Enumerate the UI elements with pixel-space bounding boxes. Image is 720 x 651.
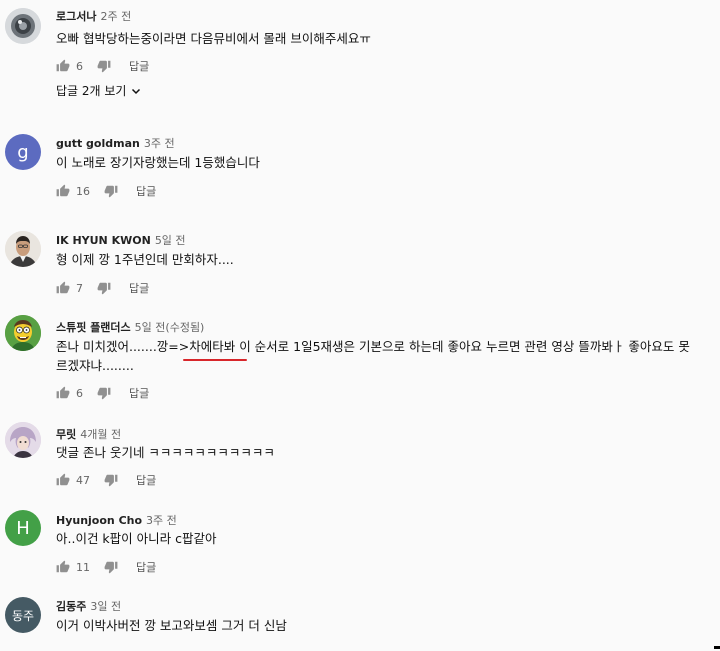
- comment-author[interactable]: Hyunjoon Cho: [56, 514, 142, 527]
- comment-actions: 16 답글: [56, 182, 156, 200]
- cartoon-flanders-icon: [5, 315, 41, 351]
- comment-actions: 47 답글: [56, 471, 156, 489]
- comment-time[interactable]: 4개월 전: [80, 428, 121, 441]
- like-count: 47: [76, 473, 90, 487]
- avatar[interactable]: 동주: [5, 597, 41, 633]
- thumb-up-icon[interactable]: [56, 184, 70, 198]
- thumb-down-icon[interactable]: [97, 386, 111, 400]
- comment-meta: 로그서나 2주 전: [56, 8, 131, 24]
- comment-text: 아..이건 k팝이 아니라 c팝같아: [56, 531, 217, 546]
- avatar[interactable]: g: [5, 134, 41, 170]
- comment-actions: 11 답글: [56, 558, 156, 576]
- avatar-letter: 동주: [11, 608, 35, 623]
- comment-time[interactable]: 5일 전: [155, 234, 186, 247]
- like-count: 7: [76, 281, 83, 295]
- thumb-down-icon[interactable]: [97, 281, 111, 295]
- comment-text: 이거 이박사버전 깡 보고와보셈 그거 더 신남: [56, 618, 287, 633]
- like-count: 16: [76, 184, 90, 198]
- red-underline-annotation: [183, 359, 247, 361]
- comment-author[interactable]: IK HYUN KWON: [56, 234, 151, 247]
- man-portrait-icon: [5, 231, 41, 267]
- comment-author[interactable]: gutt goldman: [56, 137, 140, 150]
- like-count: 6: [76, 386, 83, 400]
- comment-meta: 스튜핏 플랜더스 5일 전(수정됨): [56, 319, 204, 335]
- comment-time[interactable]: 2주 전: [100, 10, 131, 23]
- comment-author[interactable]: 로그서나: [56, 10, 96, 23]
- comment-text-continued: 르겠쟈냐........: [56, 358, 134, 373]
- comment-meta: gutt goldman 3주 전: [56, 135, 175, 151]
- comment-meta: IK HYUN KWON 5일 전: [56, 232, 186, 248]
- comment-text: 형 이제 깡 1주년인데 만회하자....: [56, 252, 234, 267]
- avatar-letter: H: [16, 517, 30, 539]
- reply-button[interactable]: 답글: [136, 559, 156, 575]
- comment-text: 댓글 존나 웃기네 ㅋㅋㅋㅋㅋㅋㅋㅋㅋㅋㅋ: [56, 445, 275, 460]
- comment-meta: 무릿 4개월 전: [56, 426, 121, 442]
- comment-actions: 6 답글: [56, 57, 149, 75]
- thumb-up-icon[interactable]: [56, 59, 70, 73]
- thumb-up-icon[interactable]: [56, 281, 70, 295]
- thumb-up-icon[interactable]: [56, 560, 70, 574]
- comment-author[interactable]: 스튜핏 플랜더스: [56, 321, 131, 334]
- comment-meta: 김동주 3일 전: [56, 598, 121, 614]
- anime-character-icon: [5, 422, 41, 458]
- thumb-down-icon[interactable]: [104, 560, 118, 574]
- thumb-down-icon[interactable]: [104, 184, 118, 198]
- comment-time[interactable]: 3일 전: [90, 600, 121, 613]
- comment-time[interactable]: 5일 전(수정됨): [135, 321, 205, 334]
- avatar[interactable]: [5, 231, 41, 267]
- reply-button[interactable]: 답글: [129, 58, 149, 74]
- thumb-down-icon[interactable]: [104, 473, 118, 487]
- comment-actions: 7 답글: [56, 279, 149, 297]
- comment-text: 이 노래로 장기자랑했는데 1등했습니다: [56, 155, 260, 170]
- comment-text: 오빠 협박당하는중이라면 다음뮤비에서 몰래 브이해주세요ㅠ: [56, 31, 371, 46]
- avatar[interactable]: [5, 422, 41, 458]
- avatar[interactable]: [5, 8, 41, 44]
- reply-button[interactable]: 답글: [129, 280, 149, 296]
- corner-mark: [714, 646, 720, 649]
- avatar[interactable]: [5, 315, 41, 351]
- thumb-up-icon[interactable]: [56, 386, 70, 400]
- like-count: 11: [76, 560, 90, 574]
- view-replies-button[interactable]: 답글 2개 보기: [56, 82, 142, 99]
- comment-author[interactable]: 무릿: [56, 428, 76, 441]
- comment-time[interactable]: 3주 전: [146, 514, 177, 527]
- comment-author[interactable]: 김동주: [56, 600, 86, 613]
- reply-button[interactable]: 답글: [129, 385, 149, 401]
- comment-text: 존나 미치겠어.......깡=>차에타봐 이 순서로 1일5재생은 기본으로 …: [56, 339, 690, 354]
- reply-button[interactable]: 답글: [136, 472, 156, 488]
- comment-time[interactable]: 3주 전: [144, 137, 175, 150]
- camera-lens-icon: [5, 8, 41, 44]
- avatar[interactable]: H: [5, 510, 41, 546]
- comment-meta: Hyunjoon Cho 3주 전: [56, 512, 177, 528]
- thumb-down-icon[interactable]: [97, 59, 111, 73]
- chevron-down-icon: [132, 88, 141, 94]
- comment-actions: 6 답글: [56, 384, 149, 402]
- reply-button[interactable]: 답글: [136, 183, 156, 199]
- thumb-up-icon[interactable]: [56, 473, 70, 487]
- like-count: 6: [76, 59, 83, 73]
- view-replies-label: 답글 2개 보기: [56, 84, 127, 98]
- avatar-letter: g: [17, 141, 29, 163]
